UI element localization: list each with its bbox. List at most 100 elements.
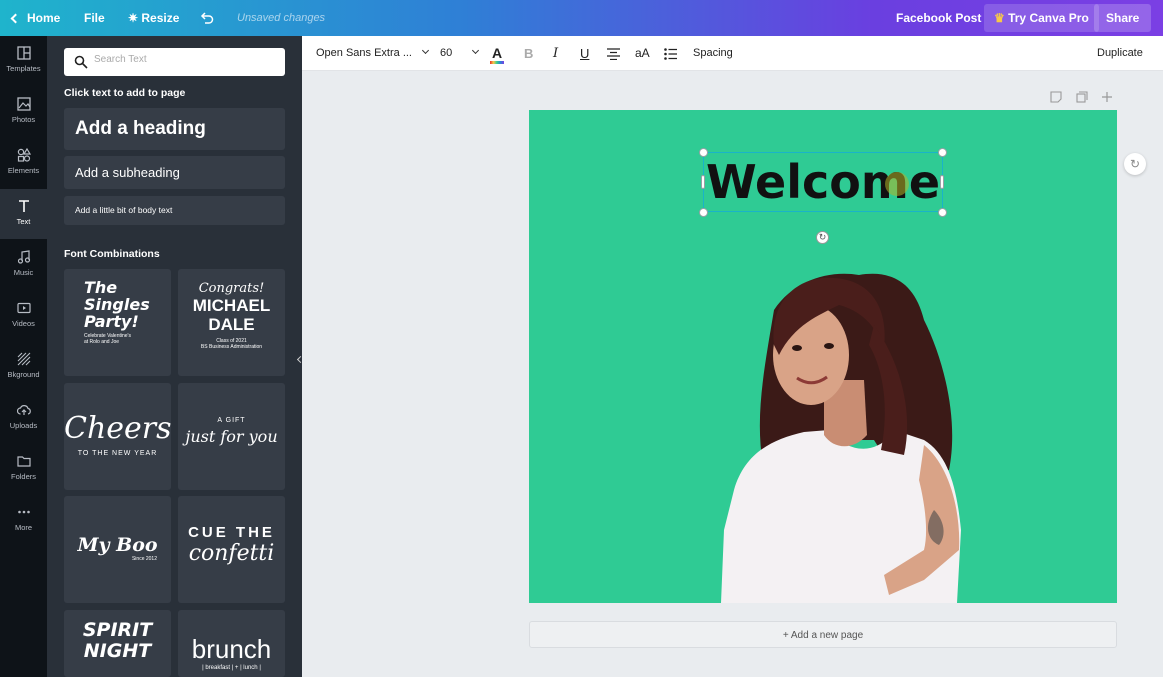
add-page-icon[interactable] [1101,91,1113,103]
copy-page-icon[interactable] [1076,91,1088,103]
text-color-button[interactable]: A [490,36,504,71]
crown-icon: ♛ [994,11,1009,25]
chevron-down-icon [422,46,430,55]
combo-subtext: A GIFT [217,417,246,424]
add-heading-button[interactable]: Add a heading [64,108,285,150]
bold-icon: B [524,46,534,61]
text-color-icon: A [490,45,504,64]
side-rail: Templates Photos Elements Text Music Vid… [0,36,47,677]
combo-text: Cheers [64,411,171,446]
letter-case-icon: aA [635,46,650,60]
note-icon[interactable] [1050,91,1062,103]
rail-background[interactable]: Bkground [0,342,47,392]
rail-label: Music [13,268,34,277]
home-button[interactable]: Home [10,0,61,36]
underline-icon: U [580,46,590,61]
rail-videos[interactable]: Videos [0,291,47,341]
resize-handle[interactable] [938,208,947,217]
search-input[interactable] [94,54,274,65]
rail-text[interactable]: Text [0,189,47,239]
letter-case-button[interactable]: aA [635,36,650,71]
combo-text: SPIRIT [82,619,153,641]
list-button[interactable] [664,36,677,71]
list-icon [664,48,677,60]
combo-michael-dale[interactable]: Congrats! MICHAEL DALE Class of 2021 BS … [178,269,285,376]
text-panel: Click text to add to page Add a heading … [47,36,302,677]
side-handle[interactable] [940,175,944,189]
resize-handle[interactable] [699,148,708,157]
rail-photos[interactable]: Photos [0,87,47,137]
combo-spirit-night[interactable]: SPIRIT NIGHT [64,610,171,677]
design-type[interactable]: Facebook Post [896,0,981,36]
combo-subtext: TO THE NEW YEAR [77,450,158,457]
combo-text: CUE THE [188,524,275,541]
italic-icon: I [553,46,559,61]
page-tools [1048,90,1118,104]
chevron-left-icon [10,13,21,24]
font-size-value: 60 [440,47,453,59]
search-box[interactable] [64,48,285,76]
rail-more[interactable]: More [0,495,47,545]
try-pro-button[interactable]: ♛ Try Canva Pro [984,4,1099,32]
rotate-icon[interactable]: ↻ [816,231,829,244]
rail-elements[interactable]: Elements [0,138,47,188]
rail-label: Templates [6,64,41,73]
font-size-dropdown[interactable]: 60 [440,36,480,71]
resize-handle[interactable] [699,208,708,217]
more-icon [17,510,30,514]
combo-text: Party! [84,312,139,331]
videos-icon [16,302,31,314]
rail-label: Elements [7,166,40,175]
chevron-down-icon [472,46,480,55]
combo-text: Congrats! [198,281,265,296]
add-subheading-button[interactable]: Add a subheading [64,156,285,189]
align-center-icon [607,48,620,61]
rail-label: Bkground [7,370,40,379]
rail-label: Videos [12,319,35,328]
rail-folders[interactable]: Folders [0,444,47,494]
combo-singles-party[interactable]: The Singles Party! Celebrate Valentine's… [64,269,171,376]
home-label: Home [27,11,61,25]
try-pro-label: Try Canva Pro [1008,11,1089,25]
photos-icon [16,97,31,111]
rail-music[interactable]: Music [0,240,47,290]
resize-button[interactable]: ✷ Resize [128,0,179,36]
cursor-highlight [885,172,909,196]
font-family-dropdown[interactable]: Open Sans Extra ... [316,36,430,71]
combo-text: DALE [208,315,255,334]
duplicate-button[interactable]: Duplicate [1097,36,1143,71]
underline-button[interactable]: U [580,36,589,71]
side-handle[interactable] [701,175,705,189]
align-button[interactable] [607,36,620,71]
rail-label: More [14,523,33,532]
combo-gift[interactable]: A GIFT just for you [178,383,285,490]
refresh-icon[interactable]: ↻ [1124,153,1146,175]
bold-button[interactable]: B [524,36,533,71]
resize-handle[interactable] [938,148,947,157]
templates-icon [16,46,31,60]
spacing-button[interactable]: Spacing [693,36,733,71]
combo-text: My Boo [77,534,158,556]
rail-uploads[interactable]: Uploads [0,393,47,443]
combo-cheers[interactable]: Cheers TO THE NEW YEAR [64,383,171,490]
undo-icon [200,12,214,24]
rail-label: Uploads [9,421,38,430]
combo-brunch[interactable]: brunch | breakfast | + | lunch | [178,610,285,677]
combo-subtext: Since 2012 [131,556,157,562]
share-button[interactable]: Share [1094,4,1152,32]
rail-templates[interactable]: Templates [0,36,47,86]
combo-my-boo[interactable]: My Boo Since 2012 [64,496,171,603]
text-icon [18,200,29,212]
add-new-page-button[interactable]: + Add a new page [529,621,1117,648]
combo-text: NIGHT [83,640,152,662]
undo-button[interactable] [200,0,214,36]
click-hint: Click text to add to page [64,87,186,99]
italic-button[interactable]: I [553,36,558,71]
file-menu[interactable]: File [84,0,105,36]
combo-text: Singles [84,295,150,314]
music-icon [17,250,30,264]
combo-text: confetti [188,541,275,566]
combo-confetti[interactable]: CUE THE confetti [178,496,285,603]
add-body-button[interactable]: Add a little bit of body text [64,196,285,225]
combo-text: just for you [185,427,278,446]
